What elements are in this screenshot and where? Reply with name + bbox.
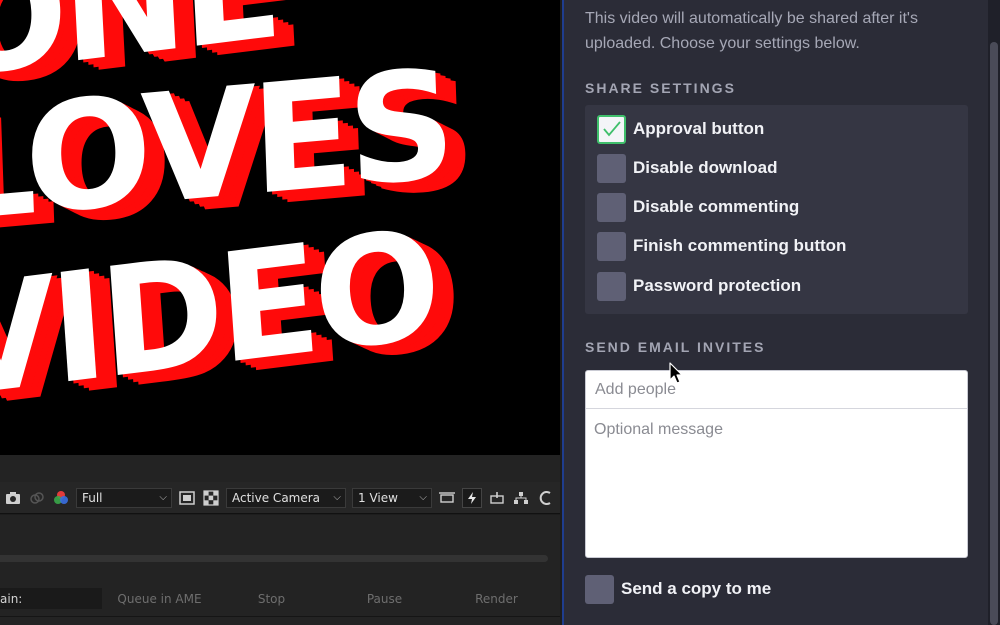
option-disable-commenting[interactable]: Disable commenting — [597, 192, 799, 222]
composition-viewer[interactable]: ONE LOVES VIDEO — [0, 0, 560, 455]
view-layout-dropdown[interactable]: 1 View ⌵ — [352, 487, 432, 508]
color-channels-icon[interactable] — [52, 489, 70, 507]
email-invite-box — [585, 370, 968, 558]
option-label: Approval button — [633, 119, 765, 138]
disable-commenting-checkbox[interactable] — [597, 192, 626, 222]
share-settings-heading: SHARE SETTINGS — [585, 80, 736, 96]
flowchart-icon[interactable] — [512, 489, 530, 507]
mouse-cursor-icon — [669, 362, 683, 384]
checkmark-icon — [602, 121, 621, 137]
stop-button[interactable]: Stop — [220, 588, 323, 609]
chevron-down-icon: ⌵ — [333, 492, 341, 503]
render-queue-panel: ain: Queue in AME Stop Pause Render — [0, 515, 560, 625]
finish-commenting-checkbox[interactable] — [597, 231, 626, 261]
option-finish-commenting-button[interactable]: Finish commenting button — [597, 231, 846, 261]
view-layout-value: 1 View — [358, 490, 398, 505]
chevron-down-icon: ⌵ — [159, 492, 167, 503]
reset-exposure-icon[interactable] — [536, 489, 554, 507]
fast-previews-icon[interactable] — [462, 487, 482, 508]
render-main-label: ain: — [0, 588, 102, 609]
send-email-invites-heading: SEND EMAIL INVITES — [585, 339, 766, 355]
option-approval-button[interactable]: Approval button — [597, 114, 764, 144]
camera-dropdown[interactable]: Active Camera ⌵ — [226, 487, 346, 508]
viewer-footer-gap — [0, 455, 560, 482]
render-progress-bar — [0, 555, 548, 562]
panel-divider — [0, 616, 560, 617]
optional-message-input[interactable] — [586, 410, 967, 556]
option-disable-download[interactable]: Disable download — [597, 153, 778, 183]
resolution-value: Full — [82, 490, 103, 505]
queue-in-ame-button[interactable]: Queue in AME — [108, 588, 211, 609]
scrollbar-thumb[interactable] — [990, 42, 998, 625]
send-copy-checkbox[interactable] — [585, 574, 614, 604]
toggle-pixel-aspect-icon[interactable] — [438, 489, 456, 507]
pause-button[interactable]: Pause — [333, 588, 436, 609]
camera-snapshot-icon[interactable] — [4, 489, 22, 507]
option-label: Disable commenting — [633, 197, 800, 216]
timeline-icon[interactable] — [488, 489, 506, 507]
region-of-interest-icon[interactable] — [178, 489, 196, 507]
disable-download-checkbox[interactable] — [597, 153, 626, 183]
option-label: Password protection — [633, 276, 802, 295]
chevron-down-icon: ⌵ — [419, 492, 427, 503]
resolution-dropdown[interactable]: Full ⌵ — [76, 487, 172, 508]
viewer-toolbar: Full ⌵ Active Camera ⌵ 1 View ⌵ — [0, 482, 560, 514]
approval-button-checkbox[interactable] — [597, 114, 626, 144]
option-label: Finish commenting button — [633, 236, 847, 255]
transparency-grid-icon[interactable] — [202, 489, 220, 507]
send-copy-option[interactable]: Send a copy to me — [585, 574, 771, 604]
show-snapshot-icon[interactable] — [28, 489, 46, 507]
add-people-input[interactable] — [586, 371, 967, 409]
viewer-text-line-3: VIDEO — [0, 197, 441, 433]
send-copy-label: Send a copy to me — [621, 579, 772, 598]
camera-value: Active Camera — [232, 490, 321, 505]
option-label: Disable download — [633, 158, 778, 177]
password-protection-checkbox[interactable] — [597, 271, 626, 301]
render-button[interactable]: Render — [445, 588, 548, 609]
share-intro-text: This video will automatically be shared … — [585, 10, 918, 52]
option-password-protection[interactable]: Password protection — [597, 271, 801, 301]
